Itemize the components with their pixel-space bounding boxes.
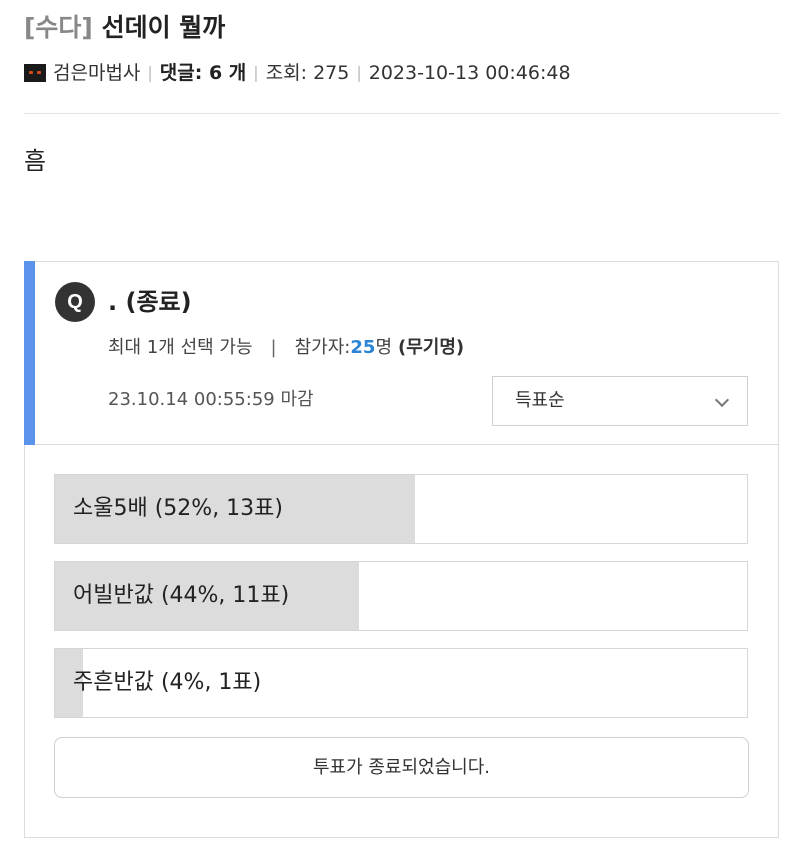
poll-info: 최대 1개 선택 가능 | 참가자: 25 명 (무기명) [108, 332, 464, 364]
poll-max-select: 최대 1개 선택 가능 [108, 337, 253, 358]
sort-order-value: 득표순 [515, 390, 565, 411]
post-title-text: 선데이 뭘까 [101, 13, 226, 42]
poll-participants-label: 참가자: [294, 337, 351, 358]
poll-participants-count: 25 [350, 337, 376, 358]
poll-deadline: 23.10.14 00:55:59 마감 [108, 389, 314, 410]
author-name[interactable]: 검은마법사 [53, 58, 140, 88]
question-badge-icon: Q [55, 282, 95, 322]
poll-option-label: 소울5배 (52%, 13표) [73, 496, 283, 521]
post-body: 흠 [24, 147, 47, 175]
post-title: [수다] 선데이 뭘까 [24, 10, 780, 46]
poll-accent-bar [24, 261, 35, 445]
post-meta: 검은마법사 | 댓글: 6 개 | 조회: 275 | 2023-10-13 0… [24, 58, 780, 88]
meta-separator: | [147, 63, 153, 82]
poll-option-2[interactable]: 어빌반값 (44%, 11표) [54, 561, 748, 631]
sort-order-select[interactable]: 득표순 [492, 376, 748, 426]
poll-option-3[interactable]: 주흔반값 (4%, 1표) [54, 648, 748, 718]
post-datetime: 2023-10-13 00:46:48 [368, 62, 571, 84]
post-category[interactable]: [수다] [24, 13, 93, 42]
poll-option-label: 어빌반값 (44%, 11표) [73, 583, 290, 608]
chevron-down-icon [714, 392, 730, 408]
poll-closed-button[interactable]: 투표가 종료되었습니다. [54, 737, 749, 798]
poll-options: 소울5배 (52%, 13표) 어빌반값 (44%, 11표) 주흔반값 (4%… [54, 474, 748, 735]
poll-info-separator: | [270, 337, 277, 358]
post-header: [수다] 선데이 뭘까 검은마법사 | 댓글: 6 개 | 조회: 275 | … [24, 10, 780, 88]
poll-option-1[interactable]: 소울5배 (52%, 13표) [54, 474, 748, 544]
poll-box: Q . (종료) 최대 1개 선택 가능 | 참가자: 25 명 (무기명) 2… [24, 261, 779, 838]
poll-header: Q . (종료) 최대 1개 선택 가능 | 참가자: 25 명 (무기명) 2… [24, 261, 778, 445]
avatar[interactable] [24, 64, 46, 82]
comment-count[interactable]: 댓글: 6 개 [160, 58, 247, 88]
header-divider [24, 113, 780, 114]
poll-question: . (종료) [108, 288, 192, 316]
meta-separator: | [356, 63, 362, 82]
meta-separator: | [253, 63, 259, 82]
view-count: 조회: 275 [265, 62, 350, 84]
poll-option-label: 주흔반값 (4%, 1표) [73, 670, 262, 695]
poll-participants-unit: 명 [375, 337, 392, 358]
poll-anonymous-tag: (무기명) [398, 337, 465, 358]
